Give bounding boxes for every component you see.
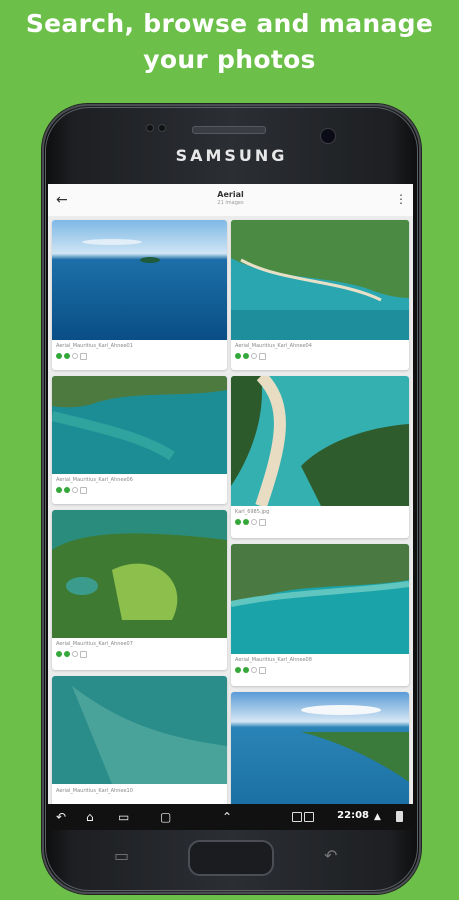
share-icon[interactable]	[259, 352, 266, 360]
share-icon[interactable]	[259, 666, 266, 674]
app-screen: ← Aerial 21 images ⋮ Aerial_Mauritius_Ka…	[48, 184, 413, 830]
search-icon[interactable]	[243, 667, 249, 673]
sync-status-icon	[56, 487, 62, 493]
share-icon[interactable]	[80, 352, 87, 360]
info-icon[interactable]	[251, 353, 257, 359]
photo-thumbnail	[231, 692, 409, 810]
device-brand: SAMSUNG	[175, 146, 288, 165]
home-nav-icon[interactable]: ⌂	[86, 808, 94, 826]
sync-status-icon	[235, 353, 241, 359]
earpiece-speaker	[192, 126, 266, 134]
back-hardware-icon[interactable]: ↶	[324, 846, 337, 866]
sync-status-icon	[235, 519, 241, 525]
photo-status-icons	[56, 486, 87, 494]
sync-status-icon	[235, 667, 241, 673]
search-icon[interactable]	[243, 353, 249, 359]
photo-filename: Aerial_Mauritius_Karl_Ahnee06	[56, 477, 133, 483]
photo-thumbnail	[231, 544, 409, 654]
photo-thumbnail	[52, 510, 227, 638]
album-header: Aerial 21 images	[108, 190, 353, 207]
share-icon[interactable]	[80, 486, 87, 494]
battery-icon	[396, 811, 403, 822]
gallery-status-icon	[292, 812, 302, 822]
photo-filename: Aerial_Mauritius_Karl_Ahnee10	[56, 788, 133, 794]
photo-thumbnail	[52, 376, 227, 474]
info-icon[interactable]	[72, 353, 78, 359]
recents-hardware-icon[interactable]: ▭	[114, 846, 129, 866]
phone-frame: SAMSUNG ← Aerial 21 images ⋮ Aerial_Maur…	[42, 104, 421, 894]
photo-thumbnail	[231, 376, 409, 506]
photo-card[interactable]: Aerial_Mauritius_Karl_Ahnee01	[52, 220, 227, 370]
share-icon[interactable]	[259, 518, 266, 526]
photo-grid: Aerial_Mauritius_Karl_Ahnee01 Aerial_Mau…	[48, 216, 413, 810]
system-navbar: ↶ ⌂ ▭ ▢ ⌃ 22:08 ▲	[48, 804, 413, 830]
headline-line-1: Search, browse and manage	[25, 9, 434, 38]
back-arrow-icon[interactable]: ←	[56, 190, 68, 210]
info-icon[interactable]	[251, 667, 257, 673]
back-nav-icon[interactable]: ↶	[56, 808, 66, 826]
chevron-up-icon[interactable]: ⌃	[222, 808, 232, 826]
photo-card[interactable]	[231, 692, 409, 810]
album-subtitle: 21 images	[217, 200, 244, 206]
photo-status-icons	[235, 352, 266, 360]
photo-filename: Aerial_Mauritius_Karl_Ahnee04	[235, 343, 312, 349]
proximity-sensor	[146, 124, 154, 132]
photo-filename: Karl_6985.jpg	[235, 509, 270, 515]
info-icon[interactable]	[72, 651, 78, 657]
photo-card[interactable]: Aerial_Mauritius_Karl_Ahnee04	[231, 220, 409, 370]
front-camera	[320, 128, 336, 144]
photo-thumbnail	[52, 676, 227, 784]
info-icon[interactable]	[251, 519, 257, 525]
search-icon[interactable]	[243, 519, 249, 525]
search-icon[interactable]	[64, 353, 70, 359]
overflow-menu-icon[interactable]: ⋮	[395, 190, 407, 208]
photo-card[interactable]: Karl_6985.jpg	[231, 376, 409, 538]
photo-card[interactable]: Aerial_Mauritius_Karl_Ahnee07	[52, 510, 227, 670]
home-hardware-button[interactable]	[188, 840, 274, 876]
app-bar: ← Aerial 21 images ⋮	[48, 184, 413, 217]
photo-status-icons	[235, 518, 266, 526]
search-icon[interactable]	[64, 651, 70, 657]
photo-card[interactable]: Aerial_Mauritius_Karl_Ahnee10	[52, 676, 227, 810]
search-icon[interactable]	[64, 487, 70, 493]
clock: 22:08	[337, 810, 369, 821]
photo-filename: Aerial_Mauritius_Karl_Ahnee08	[235, 657, 312, 663]
screenshot-icon[interactable]: ▢	[160, 808, 171, 826]
promo-headline: Search, browse and manage your photos	[0, 6, 459, 78]
photo-card[interactable]: Aerial_Mauritius_Karl_Ahnee08	[231, 544, 409, 686]
photo-thumbnail	[52, 220, 227, 340]
photo-filename: Aerial_Mauritius_Karl_Ahnee07	[56, 641, 133, 647]
photo-status-icons	[235, 666, 266, 674]
sensor-icon	[158, 124, 166, 132]
info-icon[interactable]	[72, 487, 78, 493]
wifi-icon: ▲	[374, 812, 381, 822]
photo-status-icons	[56, 650, 87, 658]
photo-status-icons	[56, 352, 87, 360]
sync-status-icon	[56, 651, 62, 657]
sync-status-icon	[56, 353, 62, 359]
recents-nav-icon[interactable]: ▭	[118, 808, 129, 826]
photo-thumbnail	[231, 220, 409, 340]
album-title: Aerial	[217, 190, 244, 199]
photo-filename: Aerial_Mauritius_Karl_Ahnee01	[56, 343, 133, 349]
photo-status-icon	[304, 812, 314, 822]
photo-card[interactable]: Aerial_Mauritius_Karl_Ahnee06	[52, 376, 227, 504]
headline-line-2: your photos	[143, 45, 316, 74]
share-icon[interactable]	[80, 650, 87, 658]
